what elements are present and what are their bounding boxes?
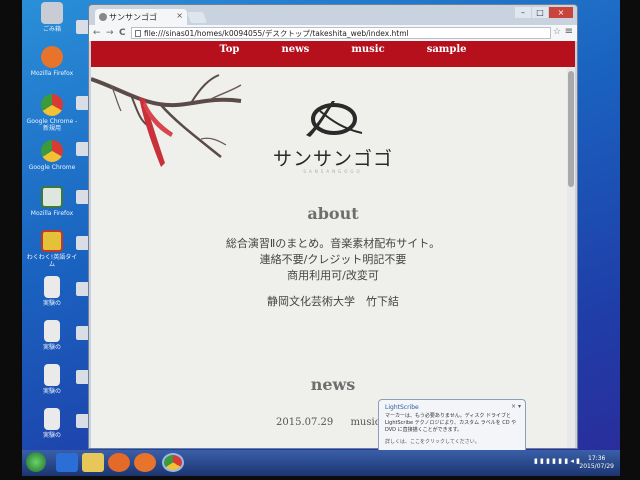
firefox-taskbar-icon[interactable]: [134, 453, 156, 472]
clock-time: 17:36: [588, 455, 606, 462]
chrome-window: サンサンゴゴ × – □ × ← → C file:///sinas01/hom…: [88, 4, 578, 449]
address-url: file:///sinas01/homes/k0094055/デスクトップ/ta…: [144, 29, 409, 38]
firefox-desktop-icon[interactable]: Mozilla Firefox: [26, 46, 78, 77]
shortcut-icon: [41, 186, 63, 208]
desktop-icon-label: わくわく!英語タイム: [26, 254, 78, 268]
desktop-icon-label: 実験の: [42, 344, 61, 351]
about-author: 静岡文化芸術大学 竹下結: [267, 295, 399, 308]
file-desktop-icon[interactable]: 実験の: [26, 276, 78, 307]
new-tab-button[interactable]: [186, 12, 208, 23]
maximize-button[interactable]: □: [532, 7, 548, 18]
nav-music[interactable]: music: [351, 41, 384, 67]
start-button[interactable]: [26, 452, 46, 472]
document-icon: [44, 408, 60, 430]
desktop-icon-label: 実験の: [42, 432, 61, 439]
page-icon: [135, 30, 141, 37]
file-desktop-icon[interactable]: 実験の: [26, 408, 78, 439]
chrome-taskbar-icon[interactable]: [162, 453, 184, 472]
chrome-desktop-icon[interactable]: Google Chrome: [26, 140, 78, 171]
about-heading: about: [307, 204, 359, 223]
web-page: Top news music sample サンサンゴゴ SANSANGOGO …: [91, 41, 575, 448]
bookmark-star-icon[interactable]: ☆: [553, 27, 561, 37]
desktop-icon-label: Mozilla Firefox: [30, 70, 74, 77]
taskbar: ▮ ▮ ▮ ▮ ▮ ▮ ◂ ▮ 17:36 2015/07/29: [22, 450, 620, 476]
clock-date: 2015/07/29: [579, 463, 614, 470]
site-nav: Top news music sample: [91, 41, 575, 67]
english-time-icon: [41, 230, 63, 252]
news-heading: news: [310, 375, 356, 394]
desktop-icon-label: Google Chrome: [28, 164, 76, 171]
notification-body: マーカーは、もう必要ありません。ディスク ドライブと LightScribe テ…: [385, 413, 517, 433]
page-scrollbar[interactable]: [567, 67, 575, 448]
english-time-desktop-icon[interactable]: わくわく!英語タイム: [26, 230, 78, 268]
browser-toolbar: ← → C file:///sinas01/homes/k0094055/デスク…: [89, 25, 577, 41]
chrome-icon: [41, 140, 63, 162]
notification-close-icon[interactable]: × ▾: [511, 403, 521, 410]
desktop-screen: ごみ箱 Mozilla Firefox Google Chrome - 新規用 …: [22, 0, 620, 476]
media-player-taskbar-icon[interactable]: [108, 453, 130, 472]
file-desktop-icon[interactable]: 実験の: [26, 320, 78, 351]
address-bar[interactable]: file:///sinas01/homes/k0094055/デスクトップ/ta…: [131, 27, 551, 39]
tab-title: サンサンゴゴ: [109, 13, 157, 22]
nav-top[interactable]: Top: [219, 41, 239, 67]
firefox-icon: [41, 46, 63, 68]
tab-sansangogo[interactable]: サンサンゴゴ ×: [95, 9, 187, 25]
document-icon: [44, 364, 60, 386]
notification-link[interactable]: 詳しくは、ここをクリックしてください。: [385, 438, 519, 445]
desktop-icon-label: 実験の: [42, 300, 61, 307]
file-desktop-icon[interactable]: 実験の: [26, 364, 78, 395]
system-tray-icons[interactable]: ▮ ▮ ▮ ▮ ▮ ▮ ◂ ▮: [534, 457, 580, 465]
site-title: サンサンゴゴ: [272, 148, 393, 170]
about-text: 連絡不要/クレジット明記不要: [259, 253, 407, 266]
title-bar[interactable]: サンサンゴゴ × – □ ×: [89, 5, 577, 25]
about-text: 総合演習Ⅱのまとめ。音楽素材配布サイト。: [225, 237, 441, 250]
desktop-icon-label: 実験の: [42, 388, 61, 395]
site-logo: [306, 101, 363, 137]
back-button[interactable]: ←: [93, 27, 101, 39]
desktop-icon-label: Mozilla Firefox: [30, 210, 74, 217]
notification-title: LightScribe: [385, 404, 419, 411]
ie-taskbar-icon[interactable]: [56, 453, 78, 472]
desktop-icon-label: Google Chrome - 新規用: [26, 118, 78, 132]
about-text: 商用利用可/改変可: [287, 269, 379, 282]
chrome-menu-icon[interactable]: ≡: [565, 26, 573, 37]
explorer-taskbar-icon[interactable]: [82, 453, 104, 472]
chrome-new-desktop-icon[interactable]: Google Chrome - 新規用: [26, 94, 78, 132]
close-window-button[interactable]: ×: [549, 7, 573, 18]
nav-news[interactable]: news: [281, 41, 309, 67]
document-icon: [44, 320, 60, 342]
site-subtitle: SANSANGOGO: [303, 169, 363, 174]
firefox-shortcut-desktop-icon[interactable]: Mozilla Firefox: [26, 186, 78, 217]
news-date: 2015.07.29: [276, 417, 334, 428]
window-controls: – □ ×: [514, 7, 573, 18]
forward-button[interactable]: →: [106, 27, 114, 39]
tab-close-icon[interactable]: ×: [176, 11, 183, 20]
recycle-bin-desktop-icon[interactable]: ごみ箱: [26, 2, 78, 33]
recycle-bin-icon: [41, 2, 63, 24]
minimize-button[interactable]: –: [515, 7, 531, 18]
reload-button[interactable]: C: [119, 27, 126, 39]
nav-sample[interactable]: sample: [427, 41, 467, 67]
desktop-icon-label: ごみ箱: [42, 26, 61, 33]
taskbar-clock[interactable]: 17:36 2015/07/29: [579, 455, 614, 471]
document-icon: [44, 276, 60, 298]
scrollbar-thumb[interactable]: [568, 71, 574, 187]
page-favicon-icon: [99, 13, 107, 21]
chrome-icon: [41, 94, 63, 116]
